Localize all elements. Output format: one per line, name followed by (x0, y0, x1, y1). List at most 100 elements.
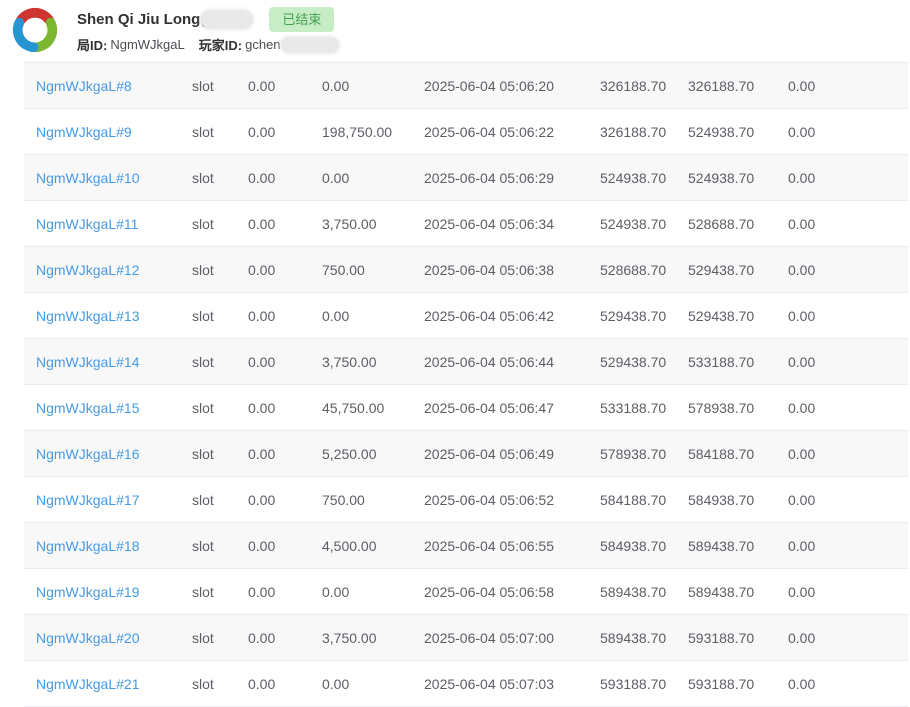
round-link[interactable]: NgmWJkgaL#13 (36, 308, 140, 324)
cell-id: NgmWJkgaL#20 (24, 630, 192, 646)
cell-type: slot (192, 492, 248, 508)
cell-extra: 0.00 (788, 262, 908, 278)
round-link[interactable]: NgmWJkgaL#18 (36, 538, 140, 554)
cell-extra: 0.00 (788, 446, 908, 462)
cell-time: 2025-06-04 05:07:00 (424, 630, 600, 646)
cell-extra: 0.00 (788, 538, 908, 554)
table-row: NgmWJkgaL#17slot0.00750.002025-06-04 05:… (24, 477, 908, 523)
round-link[interactable]: NgmWJkgaL#20 (36, 630, 140, 646)
cell-win: 750.00 (322, 262, 424, 278)
cell-after: 524938.70 (688, 124, 788, 140)
cell-win: 3,750.00 (322, 354, 424, 370)
cell-extra: 0.00 (788, 400, 908, 416)
cell-id: NgmWJkgaL#21 (24, 676, 192, 692)
cell-type: slot (192, 400, 248, 416)
table-row: NgmWJkgaL#14slot0.003,750.002025-06-04 0… (24, 339, 908, 385)
round-link[interactable]: NgmWJkgaL#11 (36, 216, 138, 232)
table-row: NgmWJkgaL#21slot0.000.002025-06-04 05:07… (24, 661, 908, 707)
cell-before: 524938.70 (600, 170, 688, 186)
cell-bet: 0.00 (248, 538, 322, 554)
cell-time: 2025-06-04 05:06:22 (424, 124, 600, 140)
cell-type: slot (192, 124, 248, 140)
cell-win: 0.00 (322, 676, 424, 692)
cell-win: 45,750.00 (322, 400, 424, 416)
cell-bet: 0.00 (248, 400, 322, 416)
cell-bet: 0.00 (248, 262, 322, 278)
round-link[interactable]: NgmWJkgaL#14 (36, 354, 140, 370)
cell-id: NgmWJkgaL#11 (24, 216, 192, 232)
cell-before: 589438.70 (600, 630, 688, 646)
table-row: NgmWJkgaL#20slot0.003,750.002025-06-04 0… (24, 615, 908, 661)
cell-before: 529438.70 (600, 308, 688, 324)
cell-extra: 0.00 (788, 584, 908, 600)
table-row: NgmWJkgaL#12slot0.00750.002025-06-04 05:… (24, 247, 908, 293)
redacted-game-name (201, 10, 253, 29)
cell-time: 2025-06-04 05:06:49 (424, 446, 600, 462)
cell-after: 529438.70 (688, 308, 788, 324)
cell-before: 584938.70 (600, 538, 688, 554)
cell-win: 0.00 (322, 78, 424, 94)
cell-win: 0.00 (322, 584, 424, 600)
cell-bet: 0.00 (248, 78, 322, 94)
cell-after: 524938.70 (688, 170, 788, 186)
round-link[interactable]: NgmWJkgaL#8 (36, 78, 132, 94)
round-id-label: 局ID: (77, 35, 107, 54)
title-block: Shen Qi Jiu Long( 已结束 局ID: NgmWJkgaL 玩家I… (77, 7, 339, 54)
cell-extra: 0.00 (788, 492, 908, 508)
cell-bet: 0.00 (248, 170, 322, 186)
round-link[interactable]: NgmWJkgaL#17 (36, 492, 140, 508)
cell-time: 2025-06-04 05:06:42 (424, 308, 600, 324)
round-link[interactable]: NgmWJkgaL#16 (36, 446, 140, 462)
cell-id: NgmWJkgaL#13 (24, 308, 192, 324)
cell-after: 326188.70 (688, 78, 788, 94)
cell-id: NgmWJkgaL#10 (24, 170, 192, 186)
cell-bet: 0.00 (248, 446, 322, 462)
cell-extra: 0.00 (788, 308, 908, 324)
cell-type: slot (192, 78, 248, 94)
cell-type: slot (192, 170, 248, 186)
cell-win: 0.00 (322, 308, 424, 324)
cell-extra: 0.00 (788, 170, 908, 186)
cell-type: slot (192, 216, 248, 232)
round-link[interactable]: NgmWJkgaL#19 (36, 584, 140, 600)
cell-after: 584188.70 (688, 446, 788, 462)
cell-bet: 0.00 (248, 584, 322, 600)
cell-time: 2025-06-04 05:06:38 (424, 262, 600, 278)
cell-id: NgmWJkgaL#15 (24, 400, 192, 416)
status-badge: 已结束 (269, 7, 334, 32)
cell-extra: 0.00 (788, 630, 908, 646)
cell-id: NgmWJkgaL#16 (24, 446, 192, 462)
round-link[interactable]: NgmWJkgaL#12 (36, 262, 140, 278)
cell-after: 593188.70 (688, 676, 788, 692)
cell-after: 589438.70 (688, 584, 788, 600)
cell-time: 2025-06-04 05:07:03 (424, 676, 600, 692)
cell-type: slot (192, 584, 248, 600)
table-row: NgmWJkgaL#18slot0.004,500.002025-06-04 0… (24, 523, 908, 569)
round-link[interactable]: NgmWJkgaL#15 (36, 400, 140, 416)
cell-after: 529438.70 (688, 262, 788, 278)
table-row: NgmWJkgaL#16slot0.005,250.002025-06-04 0… (24, 431, 908, 477)
round-link[interactable]: NgmWJkgaL#21 (36, 676, 140, 692)
cell-time: 2025-06-04 05:06:58 (424, 584, 600, 600)
table-row: NgmWJkgaL#19slot0.000.002025-06-04 05:06… (24, 569, 908, 615)
cell-id: NgmWJkgaL#8 (24, 78, 192, 94)
cell-type: slot (192, 308, 248, 324)
player-id-value: gchen (245, 37, 280, 52)
cell-type: slot (192, 676, 248, 692)
cell-before: 524938.70 (600, 216, 688, 232)
cell-bet: 0.00 (248, 308, 322, 324)
logo-green-swirl (37, 23, 53, 48)
cell-time: 2025-06-04 05:06:34 (424, 216, 600, 232)
round-link[interactable]: NgmWJkgaL#10 (36, 170, 140, 186)
cell-time: 2025-06-04 05:06:29 (424, 170, 600, 186)
table-row: NgmWJkgaL#10slot0.000.002025-06-04 05:06… (24, 155, 908, 201)
table-row: NgmWJkgaL#13slot0.000.002025-06-04 05:06… (24, 293, 908, 339)
redacted-player-id (281, 37, 339, 53)
cell-after: 528688.70 (688, 216, 788, 232)
cell-after: 589438.70 (688, 538, 788, 554)
cell-win: 750.00 (322, 492, 424, 508)
page-header: Shen Qi Jiu Long( 已结束 局ID: NgmWJkgaL 玩家I… (0, 0, 910, 62)
round-link[interactable]: NgmWJkgaL#9 (36, 124, 132, 140)
cell-extra: 0.00 (788, 216, 908, 232)
cell-bet: 0.00 (248, 124, 322, 140)
